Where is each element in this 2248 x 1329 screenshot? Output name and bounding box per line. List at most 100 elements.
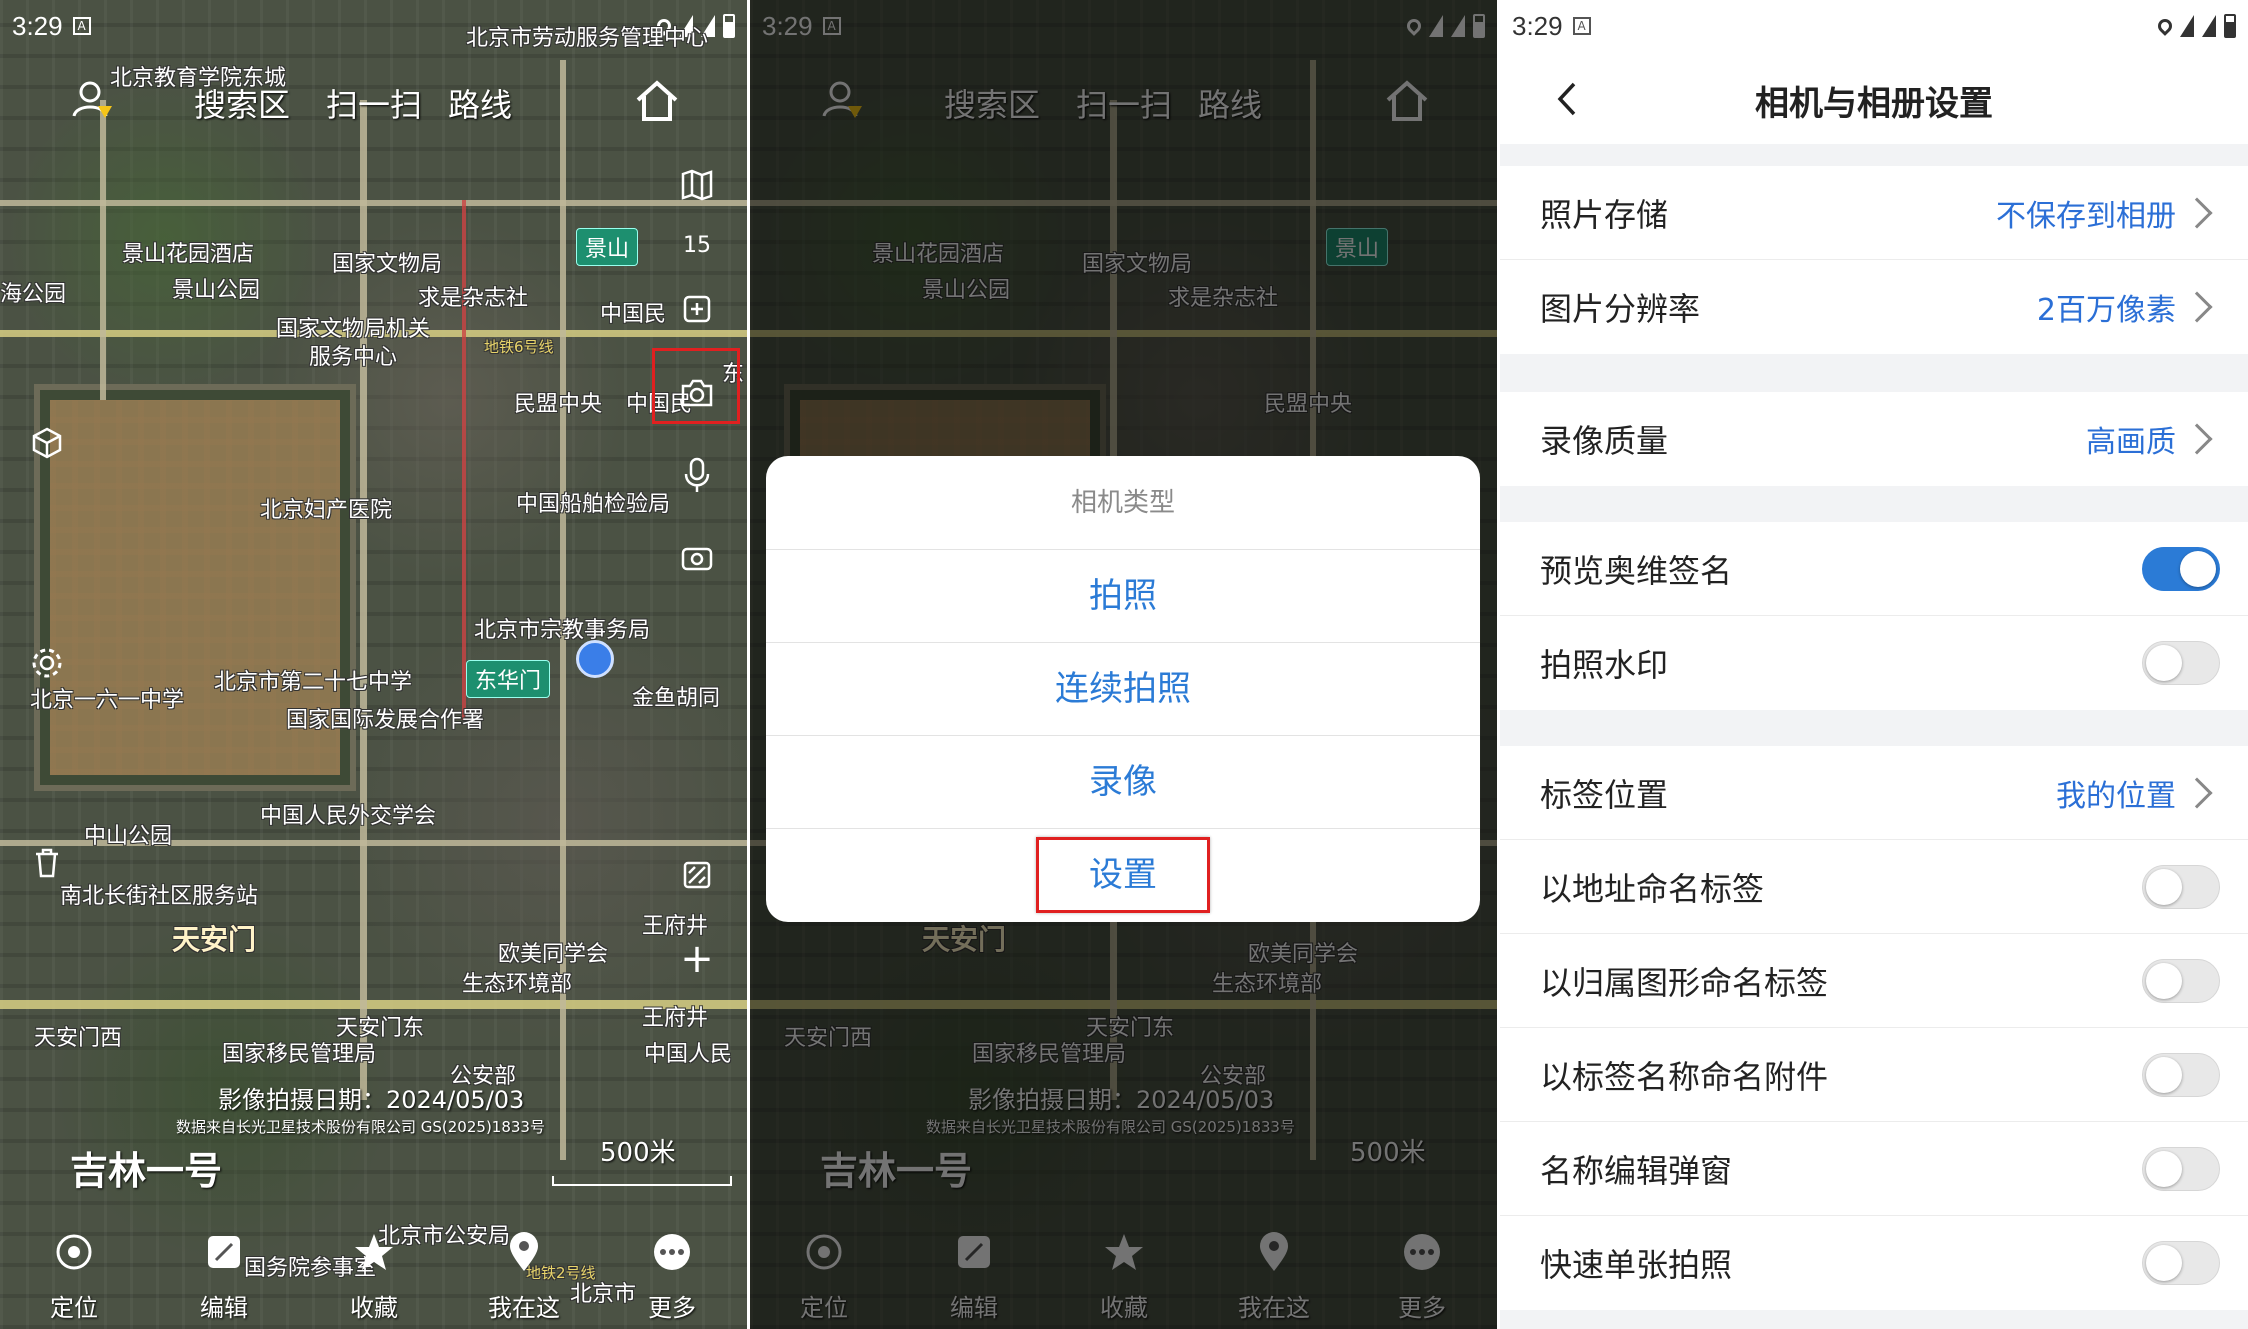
map-label: 中国人民	[644, 1042, 733, 1067]
map-label: 国家文物局机关服务中心	[275, 317, 430, 370]
name-by-shape-row: 以归属图形命名标签	[1500, 934, 2248, 1028]
map-screen: 3:29 A 搜索区 扫一扫 路线 北京教育学院东城 北京市劳动服务管理中心 景…	[0, 0, 747, 1329]
map-poi-badge[interactable]: 景山	[576, 228, 639, 266]
row-label: 快速单张拍照	[1540, 1246, 1733, 1284]
settings-option[interactable]: 设置	[766, 829, 1480, 922]
quick-single-photo-toggle[interactable]	[2142, 1241, 2220, 1285]
page-title: 相机与相册设置	[1755, 84, 1993, 124]
scan-link[interactable]: 扫一扫	[326, 80, 422, 126]
name-by-shape-toggle[interactable]	[2142, 958, 2220, 1003]
3d-view-icon[interactable]	[22, 418, 72, 468]
zoom-in-icon[interactable]: +	[672, 934, 722, 984]
settings-group-tags: 标签位置 我的位置 以地址命名标签 以归属图形命名标签 以标签名称命名附件 名称…	[1500, 746, 2248, 1310]
record-video-option[interactable]: 录像	[766, 736, 1480, 829]
tab-edit[interactable]: 编辑	[164, 1230, 284, 1329]
route-link[interactable]: 路线	[448, 80, 512, 126]
battery-icon	[2224, 14, 2236, 38]
name-by-address-toggle[interactable]	[2142, 864, 2220, 909]
image-resolution-row[interactable]: 图片分辨率 2百万像素	[1500, 260, 2248, 354]
map-label: 景山公园	[172, 278, 261, 303]
zoom-level-indicator: 15	[683, 232, 711, 258]
tab-label: 定位	[50, 1294, 98, 1322]
chevron-right-icon	[2181, 196, 2213, 229]
current-location-marker[interactable]	[576, 640, 614, 678]
scale-text: 500米	[600, 1138, 676, 1168]
bottom-tab-bar: 定位 编辑 收藏 我在这 更多	[0, 1179, 747, 1329]
tab-more[interactable]: 更多	[612, 1230, 732, 1329]
map-label: 欧美同学会	[498, 942, 609, 967]
map-label: 求是杂志社	[418, 286, 529, 311]
data-source-text: 数据来自长光卫星技术股份有限公司 GS(2025)1833号	[176, 1118, 545, 1136]
photo-storage-row[interactable]: 照片存储 不保存到相册	[1500, 166, 2248, 260]
home-icon[interactable]	[632, 76, 682, 126]
edit-icon	[202, 1230, 246, 1274]
row-label: 预览奥维签名	[1540, 551, 1733, 590]
settings-group-photo: 照片存储 不保存到相册 图片分辨率 2百万像素	[1500, 166, 2248, 354]
map-label: 中山公园	[84, 824, 173, 849]
video-quality-row[interactable]: 录像质量 高画质	[1500, 392, 2248, 486]
map-label: 中国人民外交学会	[260, 804, 437, 829]
map-label: 中国民	[600, 302, 667, 327]
location-status-icon	[2155, 16, 2175, 36]
status-time: 3:29	[12, 10, 63, 41]
preview-signature-toggle[interactable]	[2142, 546, 2220, 591]
compass-icon[interactable]	[672, 284, 722, 334]
map-label: 海公园	[0, 282, 67, 307]
burst-photo-option[interactable]: 连续拍照	[766, 643, 1480, 736]
row-label: 名称编辑弹窗	[1540, 1151, 1733, 1190]
microphone-icon[interactable]	[672, 450, 722, 500]
map-label: 王府井	[642, 1006, 709, 1031]
map-label: 国家国际发展合作署	[286, 708, 485, 733]
settings-gear-icon[interactable]	[22, 638, 72, 688]
row-label: 图片分辨率	[1540, 290, 1701, 328]
map-label: 天安门	[172, 923, 257, 956]
layers-icon[interactable]	[672, 160, 722, 210]
camera-type-screen: 3:29 A 搜索区 扫一扫 路线 景山花园酒店 景山公园 国家文物局 求是杂志…	[750, 0, 1497, 1329]
tab-i-am-here[interactable]: 我在这	[464, 1230, 584, 1329]
take-photo-option[interactable]: 拍照	[766, 550, 1480, 643]
tab-label: 收藏	[350, 1294, 398, 1322]
tab-favorites[interactable]: 收藏	[314, 1230, 434, 1329]
notification-a-icon: A	[1572, 17, 1591, 35]
map-label: 北京教育学院东城	[110, 66, 287, 91]
tab-locate[interactable]: 定位	[14, 1230, 134, 1329]
pin-icon	[502, 1230, 546, 1274]
map-poi-badge[interactable]: 东华门	[466, 660, 551, 698]
battery-icon	[723, 14, 735, 38]
map-label: 民盟中央	[514, 392, 603, 417]
more-icon	[650, 1230, 694, 1274]
map-label: 北京市宗教事务局	[474, 618, 651, 643]
map-road	[0, 200, 747, 206]
map-label: 生态环境部	[462, 972, 573, 997]
row-label: 录像质量	[1540, 422, 1669, 460]
tag-location-row[interactable]: 标签位置 我的位置	[1500, 746, 2248, 840]
notification-a-icon: A	[72, 17, 91, 35]
wifi-icon	[2180, 15, 2194, 37]
attachment-by-tag-name-row: 以标签名称命名附件	[1500, 1028, 2248, 1122]
attachment-by-tag-name-toggle[interactable]	[2142, 1052, 2220, 1097]
row-label: 以归属图形命名标签	[1540, 963, 1829, 1002]
dialog-title: 相机类型	[766, 456, 1480, 550]
clear-map-icon[interactable]	[672, 850, 722, 900]
subway-label: 地铁6号线	[484, 338, 554, 356]
camera-album-settings-screen: 3:29 A 相机与相册设置 照片存储 不保存到相册 图片分辨率 2百万像素 录…	[1500, 0, 2248, 1329]
row-value: 我的位置	[2056, 778, 2176, 814]
camera-button-highlight	[652, 348, 740, 424]
row-value: 高画质	[2086, 425, 2176, 460]
row-label: 标签位置	[1540, 775, 1669, 814]
map-label: 北京妇产医院	[260, 498, 393, 523]
status-bar: 3:29 A	[1500, 0, 2248, 52]
map-label: 金鱼胡同	[632, 686, 721, 711]
row-value: 2百万像素	[2036, 293, 2176, 328]
trash-icon[interactable]	[22, 838, 72, 888]
row-label: 拍照水印	[1540, 646, 1669, 684]
name-by-address-row: 以地址命名标签	[1500, 840, 2248, 934]
chevron-right-icon	[2181, 423, 2213, 455]
photo-watermark-toggle[interactable]	[2142, 641, 2220, 685]
capture-icon[interactable]	[672, 534, 722, 584]
name-edit-popup-toggle[interactable]	[2142, 1146, 2220, 1191]
map-label: 中国船舶检验局	[516, 492, 671, 517]
status-time: 3:29	[1512, 10, 1563, 41]
star-icon	[352, 1230, 396, 1274]
photo-watermark-row: 拍照水印	[1500, 616, 2248, 710]
